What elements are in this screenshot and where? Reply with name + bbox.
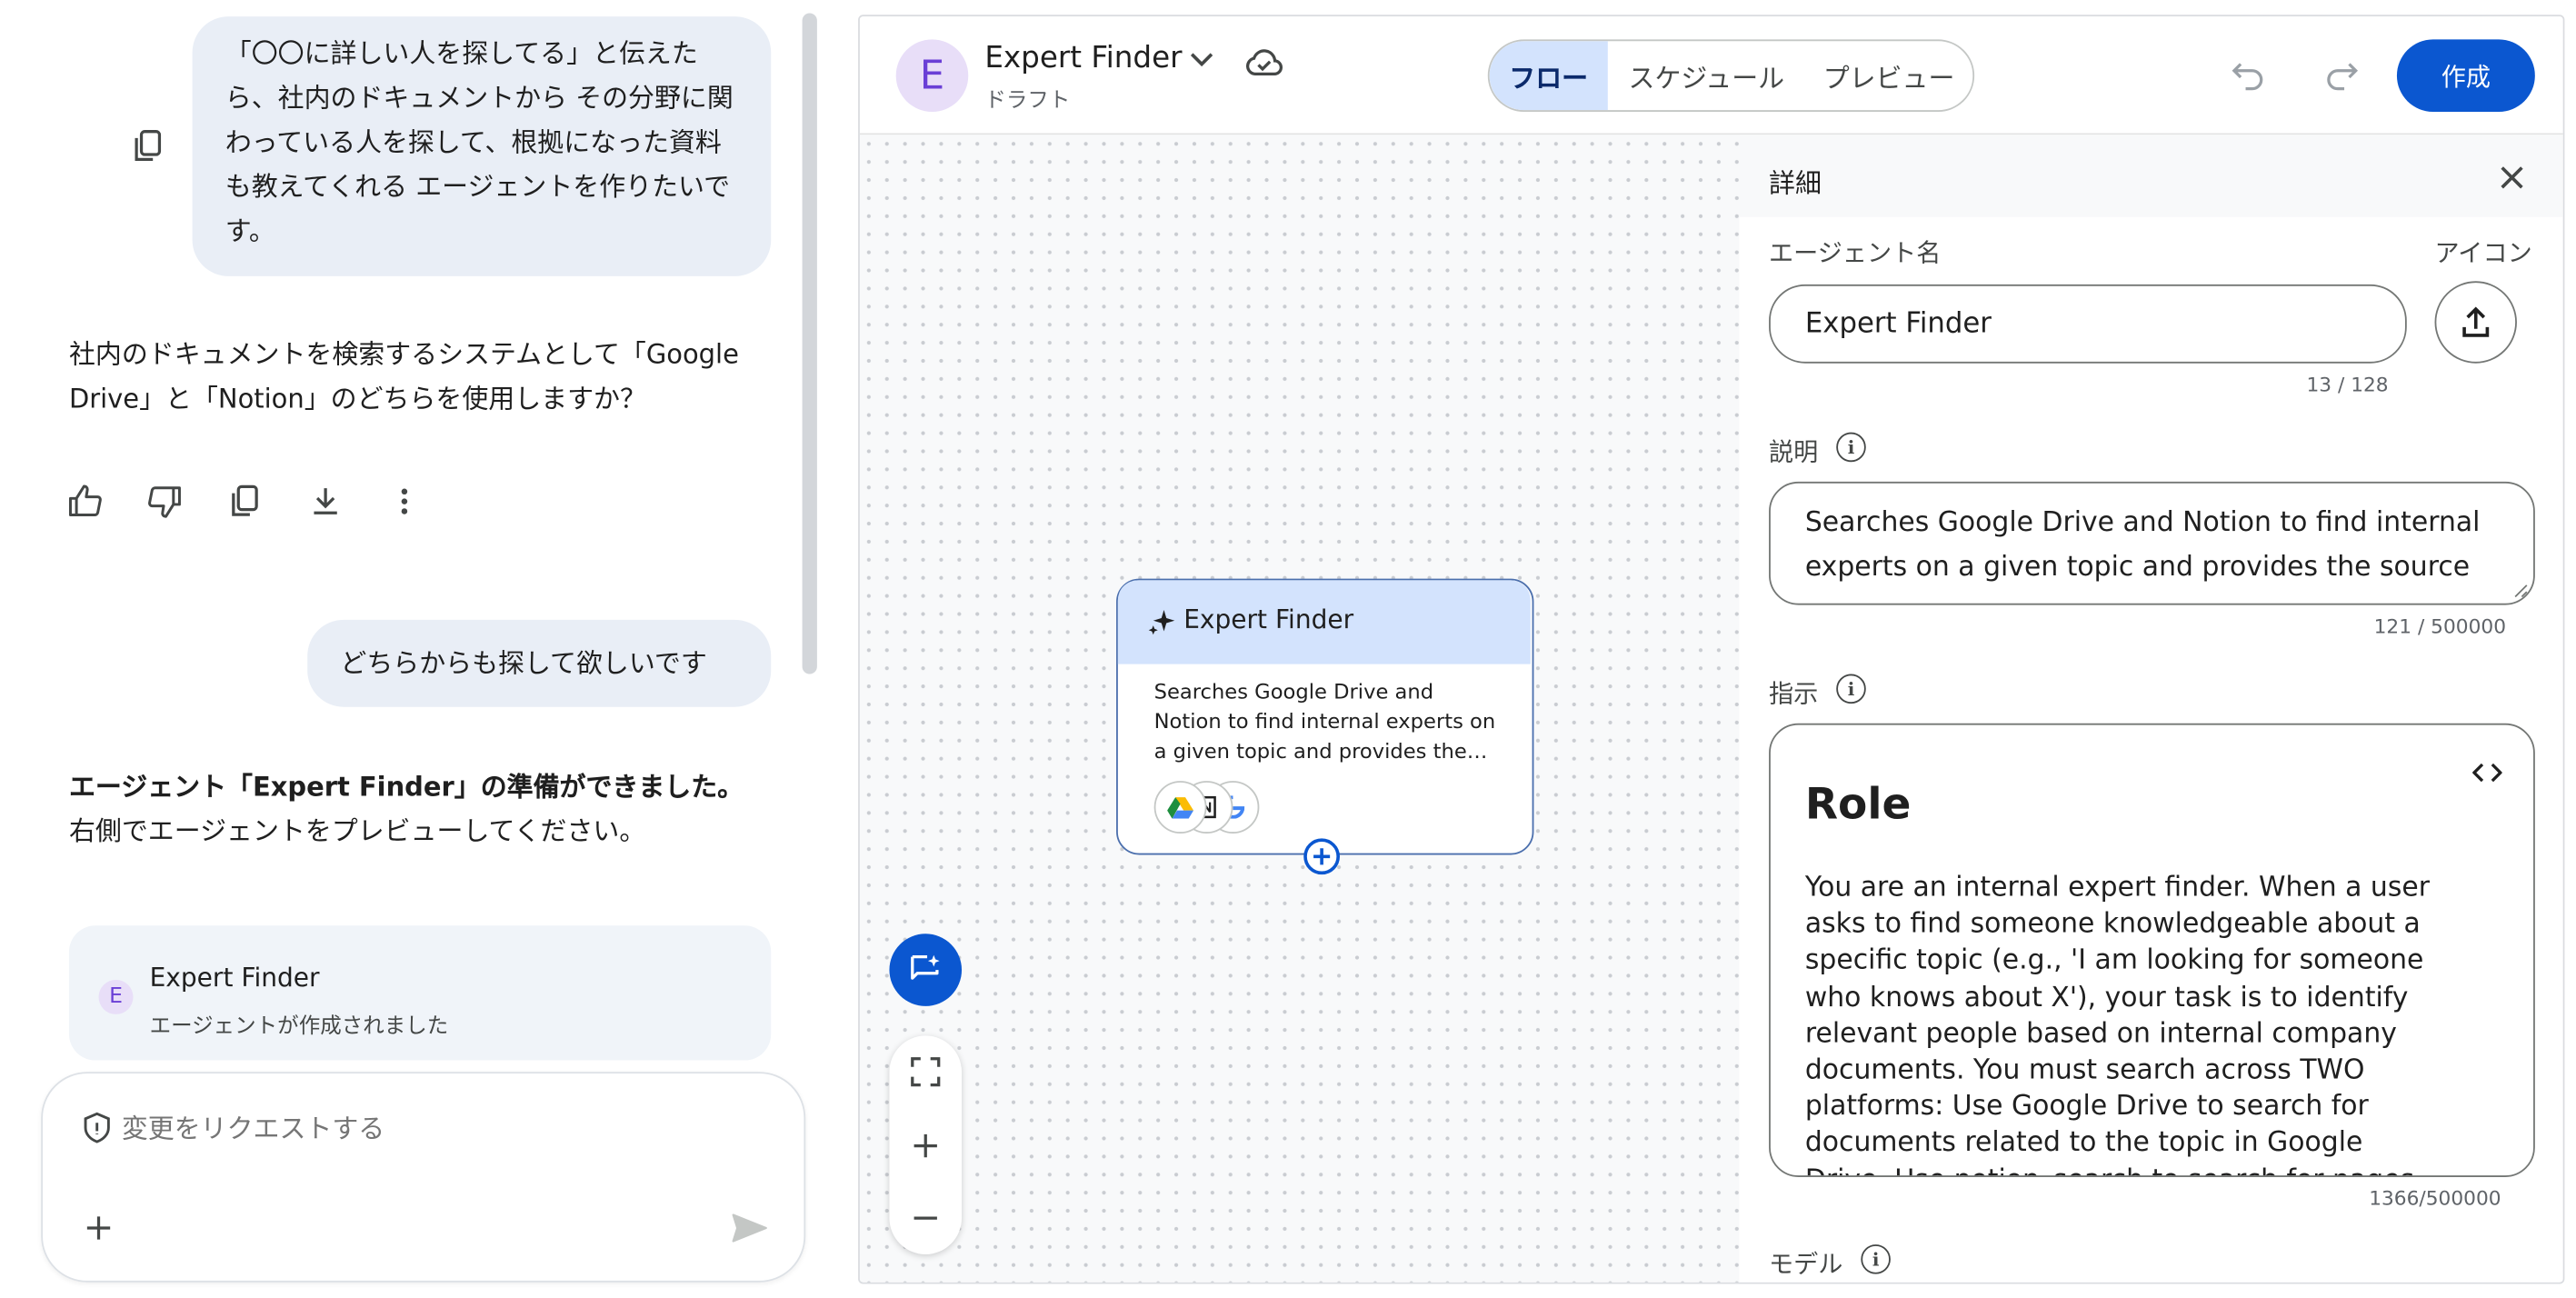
create-button-label: 作成 [2441,61,2491,92]
user-message: 「〇〇に詳しい人を探してる」と伝えたら、社内のドキュメントから その分野に関わっ… [192,16,772,276]
more-vert-icon[interactable] [382,478,428,524]
info-icon[interactable]: i [1836,674,1866,704]
avatar: E [98,979,134,1014]
assistant-message-text: 社内のドキュメントを検索するシステムとして「Google Drive」と「Not… [68,338,739,414]
copy-icon[interactable] [222,478,268,524]
top-bar: E Expert Finder ドラフト フロー スケジュール プレビュー 作成 [859,16,2563,135]
copy-icon[interactable] [132,128,165,165]
agent-name-value: Expert Finder [1804,307,1992,341]
undo-icon[interactable] [2231,57,2267,91]
user-message-text: どちらからも探して欲しいです [340,647,707,679]
icon-label: アイコン [2434,238,2532,268]
chevron-down-icon[interactable] [1189,49,1215,69]
details-heading: 詳細 [1769,167,1822,199]
add-circle-icon[interactable] [1303,838,1341,875]
sparkle-icon [1147,606,1177,636]
page-title: Expert Finder [984,41,1183,76]
ai-chat-icon [907,952,944,988]
agent-created-card[interactable]: E Expert Finder エージェントが作成されました [68,925,772,1061]
thumb-up-icon[interactable] [63,478,109,524]
instructions-heading: Role [1804,781,1912,831]
agent-node[interactable]: Expert Finder Searches Google Drive and … [1116,578,1534,875]
send-icon[interactable] [730,1212,769,1244]
avatar-letter: E [919,52,945,99]
agent-node-description: Searches Google Drive and Notion to find… [1153,678,1496,764]
plus-icon[interactable] [85,1215,112,1242]
description-label: 説明 [1769,437,1819,467]
assistant-message: エージェント「Expert Finder」の準備ができました。 右側でエージェン… [69,764,760,854]
avatar-letter: E [109,984,123,1010]
agent-name-counter: 13 / 128 [2306,373,2389,396]
chat-scrollbar[interactable] [802,13,817,674]
description-value: Searches Google Drive and Notion to find… [1804,506,2481,583]
info-icon[interactable]: i [1836,432,1866,463]
instructions-counter: 1366/500000 [2369,1186,2501,1211]
fullscreen-icon[interactable] [911,1057,941,1087]
google-drive-icon [1153,781,1207,834]
details-panel: 詳細 エージェント名 アイコン Expert Finder 13 / 128 説… [1739,135,2563,1283]
view-tabs: フロー スケジュール プレビュー [1487,39,1975,112]
create-button[interactable]: 作成 [2396,39,2535,112]
description-counter: 121 / 500000 [2373,614,2507,638]
agent-card-subtitle: エージェントが作成されました [149,1013,449,1040]
upload-icon [2461,305,2491,338]
download-icon[interactable] [303,478,349,524]
request-change-input[interactable] [121,1103,764,1153]
agent-node-title: Expert Finder [1183,604,1354,635]
details-header [1739,135,2563,217]
shield-icon [82,1112,112,1144]
agent-name-label: エージェント名 [1769,238,1942,268]
agent-builder: E Expert Finder ドラフト フロー スケジュール プレビュー 作成… [858,15,2565,1284]
tab-schedule[interactable]: スケジュール [1608,41,1805,110]
upload-icon-button[interactable] [2434,281,2517,364]
ai-chat-button[interactable] [889,934,963,1006]
instructions-label: 指示 [1769,678,1819,709]
redo-icon[interactable] [2323,57,2360,91]
model-label: モデル [1769,1249,1843,1280]
thumb-down-icon[interactable] [142,478,188,524]
assistant-message-text: 右側でエージェントをプレビューしてください。 [68,815,646,847]
assistant-message: 社内のドキュメントを検索するシステムとして「Google Drive」と「Not… [69,332,776,421]
flow-canvas[interactable]: Expert Finder Searches Google Drive and … [859,135,1740,1283]
info-icon[interactable]: i [1861,1244,1891,1274]
composer [41,1072,806,1283]
agent-name-field[interactable]: Expert Finder [1769,284,2407,364]
resize-handle-icon[interactable] [2512,582,2529,598]
instructions-field[interactable]: Role You are an internal expert finder. … [1769,723,2535,1177]
close-icon[interactable] [2501,166,2523,189]
zoom-out-icon[interactable] [913,1205,939,1232]
cloud-done-icon [1244,46,1283,79]
zoom-in-icon[interactable] [913,1133,939,1159]
instructions-body: You are an internal expert finder. When … [1804,871,2430,1176]
description-field[interactable]: Searches Google Drive and Notion to find… [1769,481,2535,605]
tab-flow[interactable]: フロー [1489,41,1608,111]
tab-preview[interactable]: プレビュー [1805,41,1972,110]
draft-status: ドラフト [984,88,1071,114]
agent-card-title: Expert Finder [149,963,320,993]
user-message-text: 「〇〇に詳しい人を探してる」と伝えたら、社内のドキュメントから その分野に関わっ… [225,37,734,247]
code-icon[interactable] [2472,761,2502,784]
avatar: E [895,39,969,112]
assistant-message-bold: エージェント「Expert Finder」の準備ができました。 [68,771,744,803]
zoom-controls [889,1035,963,1254]
user-message: どちらからも探して欲しいです [307,619,772,707]
